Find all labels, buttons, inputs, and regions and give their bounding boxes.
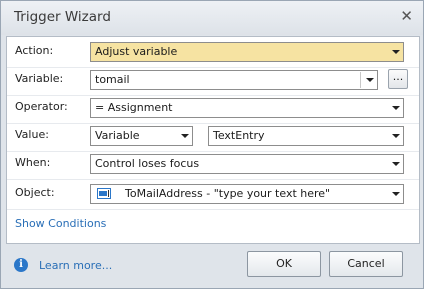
operator-row: Operator: = Assignment bbox=[7, 93, 419, 124]
variable-dropdown[interactable]: tomail bbox=[90, 70, 378, 90]
value-value: TextEntry bbox=[213, 129, 265, 142]
value-label: Value: bbox=[15, 128, 49, 141]
action-label: Action: bbox=[15, 44, 54, 57]
dialog-title: Trigger Wizard bbox=[14, 9, 111, 25]
when-dropdown[interactable]: Control loses focus bbox=[90, 154, 404, 174]
operator-value: = Assignment bbox=[95, 101, 173, 114]
trigger-wizard-dialog: Trigger Wizard ✕ Action: Adjust variable… bbox=[0, 0, 424, 289]
operator-dropdown[interactable]: = Assignment bbox=[90, 98, 404, 118]
action-dropdown[interactable]: Adjust variable bbox=[90, 42, 404, 62]
variable-label: Variable: bbox=[15, 72, 64, 85]
chevron-down-icon[interactable] bbox=[387, 185, 403, 203]
when-row: When: Control loses focus bbox=[7, 149, 419, 180]
value-type-dropdown[interactable]: Variable bbox=[90, 126, 193, 146]
action-value: Adjust variable bbox=[95, 45, 178, 58]
ok-button[interactable]: OK bbox=[247, 251, 321, 277]
variable-row: Variable: tomail ... bbox=[7, 65, 419, 96]
trigger-form-panel: Action: Adjust variable Variable: tomail… bbox=[6, 36, 420, 244]
operator-label: Operator: bbox=[15, 100, 68, 113]
text-entry-icon bbox=[97, 188, 111, 199]
title-bar: Trigger Wizard ✕ bbox=[1, 1, 423, 35]
object-dropdown[interactable]: ToMailAddress - "type your text here" bbox=[90, 184, 404, 204]
chevron-down-icon[interactable] bbox=[387, 155, 403, 173]
action-row: Action: Adjust variable bbox=[7, 37, 419, 68]
value-row: Value: Variable TextEntry bbox=[7, 121, 419, 152]
chevron-down-icon[interactable] bbox=[387, 127, 403, 145]
object-value: ToMailAddress - "type your text here" bbox=[125, 187, 331, 200]
object-label: Object: bbox=[15, 186, 55, 199]
show-conditions-link[interactable]: Show Conditions bbox=[15, 217, 106, 230]
variable-value: tomail bbox=[95, 73, 130, 86]
chevron-down-icon[interactable] bbox=[387, 43, 403, 61]
chevron-down-icon[interactable] bbox=[387, 99, 403, 117]
browse-variable-button[interactable]: ... bbox=[388, 69, 408, 89]
chevron-down-icon[interactable] bbox=[176, 127, 192, 145]
value-type-value: Variable bbox=[95, 129, 140, 142]
chevron-down-icon[interactable] bbox=[361, 71, 377, 89]
close-icon[interactable]: ✕ bbox=[400, 8, 413, 24]
when-label: When: bbox=[15, 156, 51, 169]
info-icon[interactable]: i bbox=[14, 258, 28, 272]
cancel-button[interactable]: Cancel bbox=[329, 251, 403, 277]
learn-more-link[interactable]: Learn more... bbox=[39, 259, 112, 272]
value-dropdown[interactable]: TextEntry bbox=[208, 126, 404, 146]
when-value: Control loses focus bbox=[95, 157, 200, 170]
object-row: Object: ToMailAddress - "type your text … bbox=[7, 177, 419, 210]
dialog-footer: i Learn more... OK Cancel bbox=[1, 243, 423, 288]
